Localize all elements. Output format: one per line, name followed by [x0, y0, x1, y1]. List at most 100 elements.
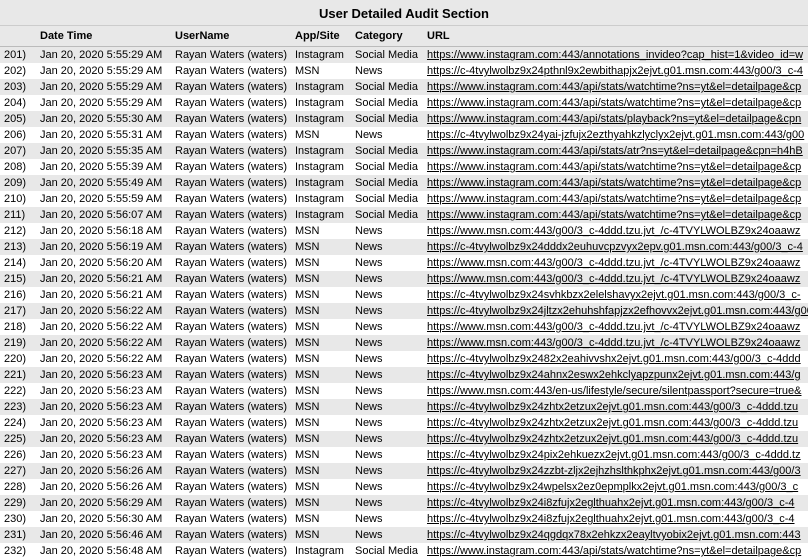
table-row[interactable]: 232)Jan 20, 2020 5:56:48 AMRayan Waters …: [0, 543, 808, 558]
table-row[interactable]: 224)Jan 20, 2020 5:56:23 AMRayan Waters …: [0, 415, 808, 431]
cell-url[interactable]: https://www.msn.com:443/en-us/lifestyle/…: [423, 383, 808, 399]
table-row[interactable]: 229)Jan 20, 2020 5:56:29 AMRayan Waters …: [0, 495, 808, 511]
cell-appsite: Instagram: [291, 159, 351, 175]
table-row[interactable]: 209)Jan 20, 2020 5:55:49 AMRayan Waters …: [0, 175, 808, 191]
cell-category: News: [351, 399, 423, 415]
cell-url[interactable]: https://www.instagram.com:443/annotation…: [423, 47, 808, 64]
table-row[interactable]: 214)Jan 20, 2020 5:56:20 AMRayan Waters …: [0, 255, 808, 271]
cell-datetime: Jan 20, 2020 5:56:23 AM: [36, 415, 171, 431]
cell-appsite: Instagram: [291, 95, 351, 111]
cell-url[interactable]: https://www.instagram.com:443/api/stats/…: [423, 111, 808, 127]
cell-category: News: [351, 527, 423, 543]
cell-url[interactable]: https://c-4tvylwolbz9x24zhtx2etzux2ejvt.…: [423, 415, 808, 431]
cell-username: Rayan Waters (waters): [171, 159, 291, 175]
cell-category: News: [351, 271, 423, 287]
table-row[interactable]: 219)Jan 20, 2020 5:56:22 AMRayan Waters …: [0, 335, 808, 351]
cell-url[interactable]: https://c-4tvylwolbz9x24pthnl9x2ewbithap…: [423, 63, 808, 79]
table-row[interactable]: 204)Jan 20, 2020 5:55:29 AMRayan Waters …: [0, 95, 808, 111]
cell-url[interactable]: https://www.msn.com:443/g00/3_c-4ddd.tzu…: [423, 319, 808, 335]
cell-appsite: MSN: [291, 367, 351, 383]
cell-url[interactable]: https://c-4tvylwolbz9x24zhtx2etzux2ejvt.…: [423, 399, 808, 415]
table-row[interactable]: 217)Jan 20, 2020 5:56:22 AMRayan Waters …: [0, 303, 808, 319]
cell-category: Social Media: [351, 175, 423, 191]
cell-url[interactable]: https://c-4tvylwolbz9x24wpelsx2ez0epmplk…: [423, 479, 808, 495]
table-row[interactable]: 223)Jan 20, 2020 5:56:23 AMRayan Waters …: [0, 399, 808, 415]
col-header-category: Category: [351, 26, 423, 47]
table-row[interactable]: 206)Jan 20, 2020 5:55:31 AMRayan Waters …: [0, 127, 808, 143]
cell-username: Rayan Waters (waters): [171, 79, 291, 95]
cell-category: News: [351, 335, 423, 351]
cell-username: Rayan Waters (waters): [171, 351, 291, 367]
row-index: 229): [0, 495, 36, 511]
cell-category: News: [351, 431, 423, 447]
cell-url[interactable]: https://c-4tvylwolbz9x24i8zfujx2eglthuah…: [423, 495, 808, 511]
cell-datetime: Jan 20, 2020 5:56:21 AM: [36, 287, 171, 303]
table-row[interactable]: 207)Jan 20, 2020 5:55:35 AMRayan Waters …: [0, 143, 808, 159]
table-row[interactable]: 218)Jan 20, 2020 5:56:22 AMRayan Waters …: [0, 319, 808, 335]
table-row[interactable]: 227)Jan 20, 2020 5:56:26 AMRayan Waters …: [0, 463, 808, 479]
cell-category: News: [351, 511, 423, 527]
table-row[interactable]: 222)Jan 20, 2020 5:56:23 AMRayan Waters …: [0, 383, 808, 399]
table-row[interactable]: 205)Jan 20, 2020 5:55:30 AMRayan Waters …: [0, 111, 808, 127]
cell-appsite: Instagram: [291, 175, 351, 191]
cell-url[interactable]: https://c-4tvylwolbz9x24qgdqx78x2ehkzx2e…: [423, 527, 808, 543]
header-row: Date Time UserName App/Site Category URL: [0, 26, 808, 47]
cell-category: News: [351, 479, 423, 495]
table-row[interactable]: 208)Jan 20, 2020 5:55:39 AMRayan Waters …: [0, 159, 808, 175]
cell-url[interactable]: https://www.instagram.com:443/api/stats/…: [423, 159, 808, 175]
table-row[interactable]: 216)Jan 20, 2020 5:56:21 AMRayan Waters …: [0, 287, 808, 303]
cell-url[interactable]: https://www.msn.com:443/g00/3_c-4ddd.tzu…: [423, 335, 808, 351]
table-row[interactable]: 225)Jan 20, 2020 5:56:23 AMRayan Waters …: [0, 431, 808, 447]
cell-url[interactable]: https://c-4tvylwolbz9x24svhkbzx2elelshav…: [423, 287, 808, 303]
cell-url[interactable]: https://www.msn.com:443/g00/3_c-4ddd.tzu…: [423, 255, 808, 271]
table-row[interactable]: 230)Jan 20, 2020 5:56:30 AMRayan Waters …: [0, 511, 808, 527]
table-row[interactable]: 201)Jan 20, 2020 5:55:29 AMRayan Waters …: [0, 47, 808, 64]
cell-url[interactable]: https://c-4tvylwolbz9x24i8zfujx2eglthuah…: [423, 511, 808, 527]
table-row[interactable]: 210)Jan 20, 2020 5:55:59 AMRayan Waters …: [0, 191, 808, 207]
cell-datetime: Jan 20, 2020 5:56:30 AM: [36, 511, 171, 527]
cell-url[interactable]: https://c-4tvylwolbz9x24pix2ehkuezx2ejvt…: [423, 447, 808, 463]
table-row[interactable]: 228)Jan 20, 2020 5:56:26 AMRayan Waters …: [0, 479, 808, 495]
cell-datetime: Jan 20, 2020 5:56:46 AM: [36, 527, 171, 543]
cell-category: News: [351, 447, 423, 463]
table-row[interactable]: 203)Jan 20, 2020 5:55:29 AMRayan Waters …: [0, 79, 808, 95]
cell-username: Rayan Waters (waters): [171, 127, 291, 143]
table-row[interactable]: 231)Jan 20, 2020 5:56:46 AMRayan Waters …: [0, 527, 808, 543]
table-row[interactable]: 213)Jan 20, 2020 5:56:19 AMRayan Waters …: [0, 239, 808, 255]
cell-url[interactable]: https://c-4tvylwolbz9x24zzbt-zljx2ejhzhs…: [423, 463, 808, 479]
table-row[interactable]: 211)Jan 20, 2020 5:56:07 AMRayan Waters …: [0, 207, 808, 223]
cell-url[interactable]: https://c-4tvylwolbz9x24ahnx2eswx2ehkcly…: [423, 367, 808, 383]
cell-url[interactable]: https://c-4tvylwolbz9x24zhtx2etzux2ejvt.…: [423, 431, 808, 447]
table-row[interactable]: 215)Jan 20, 2020 5:56:21 AMRayan Waters …: [0, 271, 808, 287]
col-header-index: [0, 26, 36, 47]
cell-username: Rayan Waters (waters): [171, 495, 291, 511]
table-row[interactable]: 212)Jan 20, 2020 5:56:18 AMRayan Waters …: [0, 223, 808, 239]
table-row[interactable]: 220)Jan 20, 2020 5:56:22 AMRayan Waters …: [0, 351, 808, 367]
cell-url[interactable]: https://www.instagram.com:443/api/stats/…: [423, 95, 808, 111]
cell-username: Rayan Waters (waters): [171, 207, 291, 223]
cell-url[interactable]: https://www.instagram.com:443/api/stats/…: [423, 543, 808, 558]
cell-category: News: [351, 63, 423, 79]
cell-category: Social Media: [351, 207, 423, 223]
cell-datetime: Jan 20, 2020 5:56:22 AM: [36, 303, 171, 319]
cell-url[interactable]: https://www.msn.com:443/g00/3_c-4ddd.tzu…: [423, 223, 808, 239]
cell-url[interactable]: https://c-4tvylwolbz9x24jltzx2ehuhshfapj…: [423, 303, 808, 319]
cell-datetime: Jan 20, 2020 5:55:29 AM: [36, 95, 171, 111]
table-row[interactable]: 221)Jan 20, 2020 5:56:23 AMRayan Waters …: [0, 367, 808, 383]
table-row[interactable]: 226)Jan 20, 2020 5:56:23 AMRayan Waters …: [0, 447, 808, 463]
cell-url[interactable]: https://c-4tvylwolbz9x2482x2eahivvshx2ej…: [423, 351, 808, 367]
cell-url[interactable]: https://www.instagram.com:443/api/stats/…: [423, 79, 808, 95]
cell-url[interactable]: https://www.instagram.com:443/api/stats/…: [423, 207, 808, 223]
cell-appsite: Instagram: [291, 143, 351, 159]
row-index: 228): [0, 479, 36, 495]
cell-url[interactable]: https://c-4tvylwolbz9x24yai-jzfujx2ezthy…: [423, 127, 808, 143]
cell-username: Rayan Waters (waters): [171, 47, 291, 64]
cell-url[interactable]: https://c-4tvylwolbz9x24dddx2euhuvcpzvyx…: [423, 239, 808, 255]
table-row[interactable]: 202)Jan 20, 2020 5:55:29 AMRayan Waters …: [0, 63, 808, 79]
cell-url[interactable]: https://www.msn.com:443/g00/3_c-4ddd.tzu…: [423, 271, 808, 287]
cell-username: Rayan Waters (waters): [171, 447, 291, 463]
cell-url[interactable]: https://www.instagram.com:443/api/stats/…: [423, 191, 808, 207]
cell-url[interactable]: https://www.instagram.com:443/api/stats/…: [423, 143, 808, 159]
row-index: 231): [0, 527, 36, 543]
cell-url[interactable]: https://www.instagram.com:443/api/stats/…: [423, 175, 808, 191]
